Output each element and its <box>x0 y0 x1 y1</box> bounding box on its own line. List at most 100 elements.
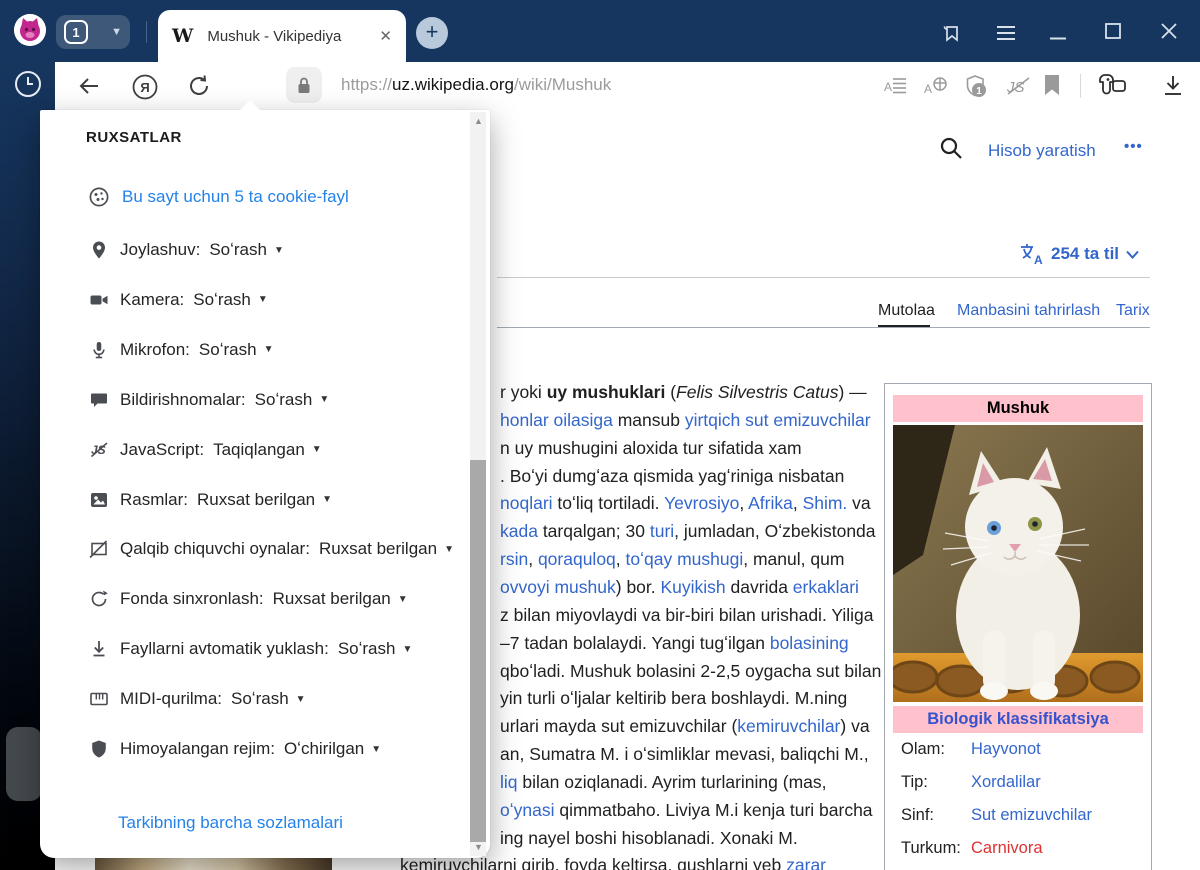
article-line: honlar oilasiga mansub yirtqich sut emiz… <box>500 412 871 430</box>
article-link[interactable]: noqlari <box>500 493 553 513</box>
permission-value-dropdown[interactable]: Soʻrash <box>338 639 396 659</box>
panel-scrollbar-thumb[interactable] <box>470 460 486 842</box>
permission-value-dropdown[interactable]: Ruxsat berilgan <box>319 539 437 559</box>
dropdown-caret-icon[interactable]: ▼ <box>274 245 284 256</box>
collections-icon[interactable] <box>941 22 963 44</box>
translate-language-icon: A <box>1020 243 1044 265</box>
permission-row-images[interactable]: Rasmlar:Ruxsat berilgan▼ <box>88 487 332 513</box>
dropdown-caret-icon[interactable]: ▼ <box>371 744 381 755</box>
article-link[interactable]: Afrika <box>748 493 793 513</box>
permission-row-javascript[interactable]: JSJavaScript:Taqiqlangan▼ <box>88 437 322 463</box>
site-permissions-lock-button[interactable] <box>286 67 322 103</box>
article-link[interactable]: rsin <box>500 549 528 569</box>
taxonomy-row: Olam:Hayvonot <box>901 740 1141 768</box>
article-link[interactable]: Shim. <box>803 493 848 513</box>
article-link[interactable]: erkaklari <box>793 577 859 597</box>
permission-row-auto-download[interactable]: Fayllarni avtomatik yuklash:Soʻrash▼ <box>88 636 412 662</box>
permission-row-camera[interactable]: Kamera:Soʻrash▼ <box>88 287 268 313</box>
permission-value-dropdown[interactable]: Ruxsat berilgan <box>273 589 391 609</box>
article-link[interactable]: oʻynasi <box>500 800 554 820</box>
reload-icon[interactable] <box>187 74 211 98</box>
permission-value-dropdown[interactable]: Ruxsat berilgan <box>197 490 315 510</box>
content-settings-link[interactable]: Tarkibning barcha sozlamalari <box>118 813 343 833</box>
article-link[interactable]: ovvoyi mushuk <box>500 577 616 597</box>
sidebar-peek-handle[interactable] <box>6 727 42 801</box>
permission-row-protected-content[interactable]: Himoyalangan rejim:Oʻchirilgan▼ <box>88 736 381 762</box>
minimize-button[interactable] <box>1050 37 1066 40</box>
permission-value-dropdown[interactable]: Soʻrash <box>209 240 267 260</box>
permission-value-dropdown[interactable]: Oʻchirilgan <box>284 739 364 759</box>
language-selector[interactable]: A 254 ta til <box>1020 243 1139 265</box>
new-tab-button[interactable]: + <box>416 17 448 49</box>
taxonomy-value-link[interactable]: Xordalilar <box>971 773 1041 801</box>
yandex-icon[interactable]: Я <box>132 74 158 100</box>
scroll-up-arrow[interactable]: ▲ <box>474 116 483 126</box>
javascript-blocked-icon[interactable]: JS <box>1005 77 1031 95</box>
address-bar[interactable]: https://uz.wikipedia.org/wiki/Mushuk <box>341 75 611 95</box>
tab-close-icon[interactable]: ✕ <box>379 27 392 45</box>
permission-value-dropdown[interactable]: Soʻrash <box>255 390 313 410</box>
cookies-link[interactable]: Bu sayt uchun 5 ta cookie-fayl <box>122 187 349 207</box>
panel-scrollbar[interactable]: ▲ ▼ <box>470 112 486 856</box>
permission-row-notifications[interactable]: Bildirishnomalar:Soʻrash▼ <box>88 387 329 413</box>
close-button[interactable] <box>1161 23 1177 39</box>
browser-tab-active[interactable]: W Mushuk - Vikipediya ✕ <box>158 10 406 62</box>
article-link[interactable]: turi <box>650 521 674 541</box>
article-link[interactable]: honlar oilasiga <box>500 410 613 430</box>
permission-value-dropdown[interactable]: Taqiqlangan <box>213 440 305 460</box>
dropdown-caret-icon[interactable]: ▼ <box>319 394 329 405</box>
permission-value-dropdown[interactable]: Soʻrash <box>199 340 257 360</box>
passwords-icon[interactable] <box>1098 73 1128 99</box>
dropdown-caret-icon[interactable]: ▼ <box>322 494 332 505</box>
taxonomy-value-link[interactable]: Sut emizuvchilar <box>971 806 1092 834</box>
article-link[interactable]: zarar <box>786 855 826 870</box>
permission-value-dropdown[interactable]: Soʻrash <box>231 689 289 709</box>
article-link[interactable]: liq <box>500 772 518 792</box>
permission-row-midi[interactable]: MIDI-qurilma:Soʻrash▼ <box>88 686 306 712</box>
tab-group-button[interactable]: 1 ▼ <box>56 15 130 49</box>
wiki-tab-mutolaa[interactable]: Mutolaa <box>878 302 935 320</box>
cookies-row[interactable]: Bu sayt uchun 5 ta cookie-fayl <box>88 186 349 208</box>
dropdown-caret-icon[interactable]: ▼ <box>258 294 268 305</box>
downloads-icon[interactable] <box>1162 74 1184 98</box>
dropdown-caret-icon[interactable]: ▼ <box>402 644 412 655</box>
article-link[interactable]: kada <box>500 521 538 541</box>
article-link[interactable]: Yevrosiyo <box>664 493 739 513</box>
permission-value-dropdown[interactable]: Soʻrash <box>193 290 251 310</box>
dropdown-caret-icon[interactable]: ▼ <box>444 544 454 555</box>
dropdown-caret-icon[interactable]: ▼ <box>312 444 322 455</box>
translate-icon[interactable]: A <box>924 76 948 96</box>
taxonomy-label: Olam: <box>901 740 971 768</box>
dropdown-caret-icon[interactable]: ▼ <box>398 594 408 605</box>
article-link[interactable]: kemiruvchilar <box>737 716 840 736</box>
history-clock-icon[interactable] <box>14 70 42 98</box>
article-link[interactable]: Kuyikish <box>661 577 726 597</box>
protect-shield-icon[interactable]: 1 <box>964 74 990 100</box>
kitten-photo[interactable] <box>893 425 1143 702</box>
menu-icon[interactable] <box>996 26 1016 40</box>
article-link[interactable]: yirtqich sut emizuvchilar <box>685 410 871 430</box>
scroll-down-arrow[interactable]: ▼ <box>474 842 483 852</box>
more-menu[interactable]: ••• <box>1124 138 1143 155</box>
back-icon[interactable] <box>77 74 101 98</box>
dropdown-caret-icon[interactable]: ▼ <box>264 344 274 355</box>
wiki-tab-tarix[interactable]: Tarix <box>1116 302 1150 320</box>
create-account-link[interactable]: Hisob yaratish <box>988 141 1096 161</box>
permission-row-microphone[interactable]: Mikrofon:Soʻrash▼ <box>88 337 273 363</box>
permission-row-location[interactable]: Joylashuv:Soʻrash▼ <box>88 237 284 263</box>
article-thumbnail-image[interactable] <box>95 856 332 870</box>
maximize-button[interactable] <box>1105 23 1121 39</box>
article-link[interactable]: toʻqay mushugi <box>626 549 744 569</box>
bookmark-icon[interactable] <box>1044 75 1060 95</box>
dropdown-caret-icon[interactable]: ▼ <box>296 694 306 705</box>
permission-row-background-sync[interactable]: Fonda sinxronlash:Ruxsat berilgan▼ <box>88 586 408 612</box>
taxonomy-value-link[interactable]: Carnivora <box>971 839 1043 867</box>
permission-row-popups[interactable]: Qalqib chiquvchi oynalar:Ruxsat berilgan… <box>88 536 454 562</box>
reader-mode-icon[interactable]: A <box>884 76 906 96</box>
wiki-tab-manbasini-tahrirlash[interactable]: Manbasini tahrirlash <box>957 302 1100 320</box>
article-link[interactable]: qoraquloq <box>538 549 616 569</box>
profile-avatar[interactable] <box>14 14 46 46</box>
taxonomy-value-link[interactable]: Hayvonot <box>971 740 1041 768</box>
article-link[interactable]: bolasining <box>770 633 849 653</box>
search-icon[interactable] <box>939 136 963 160</box>
